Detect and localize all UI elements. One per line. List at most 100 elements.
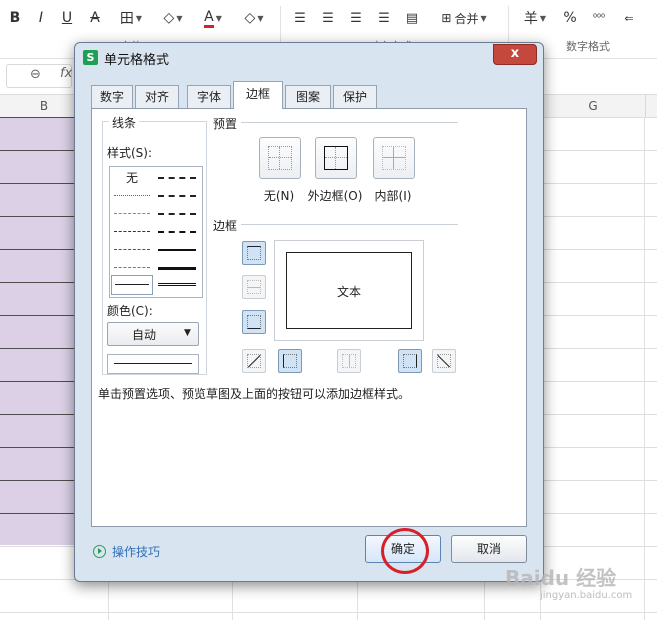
line-style-dash[interactable] (114, 267, 150, 268)
line-style-dash-dot[interactable] (114, 231, 150, 232)
tips-link-label: 操作技巧 (112, 545, 161, 559)
clear-format-button[interactable]: ◇ ▼ (238, 6, 270, 30)
hint-text: 单击预置选项、预览草图及上面的按钮可以添加边框样式。 (98, 387, 411, 401)
align-right-icon[interactable]: ☰ (346, 6, 366, 30)
preset-outline-button[interactable] (315, 137, 357, 179)
line-style-double[interactable] (158, 283, 196, 286)
preview-text: 文本 (336, 285, 361, 299)
border-inner-vertical-icon (342, 354, 356, 368)
line-style-none[interactable]: 无 (126, 169, 138, 186)
line-groupbox: 线条 样式(S): 无 颜色(C): 自动 ▼ (102, 114, 207, 375)
tab-border[interactable]: 边框 (233, 81, 283, 109)
preset-none-button[interactable] (259, 137, 301, 179)
border-none-icon (268, 146, 292, 170)
border-left-button[interactable] (278, 349, 302, 373)
percent-button[interactable]: % (560, 6, 580, 30)
chevron-down-icon: ▼ (480, 13, 487, 23)
distributed-align-icon[interactable]: ▤ (402, 6, 422, 30)
currency-button[interactable]: 羊 ▼ (520, 6, 550, 30)
thousands-separator-icon[interactable]: ⁰⁰⁰ (588, 6, 610, 30)
color-label: 颜色(C): (107, 304, 153, 318)
tab-alignment[interactable]: 对齐 (135, 85, 179, 108)
chevron-down-icon: ▼ (176, 13, 183, 23)
align-center-icon[interactable]: ☰ (318, 6, 338, 30)
merge-icon: ⊞ (441, 11, 452, 25)
border-bottom-icon (247, 315, 261, 329)
border-diagonal-up-button[interactable] (242, 349, 266, 373)
chevron-down-icon: ▼ (539, 13, 547, 23)
baidu-watermark-url: jingyan.baidu.com (540, 590, 633, 601)
tab-font[interactable]: 字体 (187, 85, 231, 108)
cancel-button[interactable]: 取消 (451, 535, 527, 563)
tab-protection[interactable]: 保护 (333, 85, 377, 108)
line-style-medium-dash-dot[interactable] (158, 213, 196, 215)
line-style-medium-dash-dot-dot[interactable] (158, 177, 196, 179)
line-style-medium-dash[interactable] (158, 231, 196, 233)
line-style-thick[interactable] (158, 267, 196, 270)
presets-section-label: 预置 (213, 115, 242, 132)
divider (232, 224, 458, 225)
tab-pattern[interactable]: 图案 (285, 85, 331, 108)
highlighted-cell-range[interactable] (0, 117, 76, 545)
line-color-value: 自动 (132, 328, 157, 342)
close-button[interactable]: x (493, 44, 537, 65)
format-cells-dialog: S 单元格格式 x 数字 对齐 字体 边框 图案 保护 线条 样式(S): 无 (74, 42, 544, 582)
chevron-down-icon: ▼ (184, 328, 191, 338)
border-inner-horizontal-icon (247, 280, 261, 294)
style-label: 样式(S): (107, 146, 153, 160)
close-icon: x (510, 46, 520, 61)
line-style-list[interactable]: 无 (109, 166, 203, 298)
border-top-icon (247, 246, 261, 260)
dialog-title: 单元格格式 (104, 53, 170, 68)
wps-app-icon: S (83, 50, 98, 65)
tips-link[interactable]: 操作技巧 (93, 543, 160, 560)
line-style-thin (115, 284, 149, 285)
line-style-medium[interactable] (158, 249, 196, 251)
function-icon[interactable]: fx (60, 66, 72, 81)
border-preview[interactable]: 文本 (274, 240, 424, 341)
border-right-button[interactable] (398, 349, 422, 373)
italic-button[interactable]: I (32, 6, 50, 30)
border-right-icon (403, 354, 417, 368)
line-color-preview (107, 354, 199, 374)
font-color-button[interactable]: A ▼ (196, 6, 230, 30)
border-top-button[interactable] (242, 241, 266, 265)
line-style-dash-dot-dot[interactable] (114, 249, 150, 250)
fill-color-button[interactable]: ◇ ▼ (156, 6, 190, 30)
highlight-circle (381, 528, 429, 574)
chevron-down-icon: ▼ (257, 13, 264, 23)
border-outline-icon (324, 146, 348, 170)
border-inner-horizontal-button[interactable] (242, 275, 266, 299)
line-style-dotted[interactable] (114, 195, 150, 196)
zoom-icon[interactable]: ⊖ (30, 67, 41, 82)
border-tab-panel: 线条 样式(S): 无 颜色(C): 自动 ▼ 预置 无(N) 外边框(O) 内… (91, 108, 527, 527)
line-style-fine-dash[interactable] (114, 213, 150, 214)
dialog-titlebar[interactable]: S 单元格格式 x (75, 43, 543, 73)
divider (232, 122, 458, 123)
preset-inside-label: 内部(I) (374, 189, 412, 203)
line-style-selected[interactable] (111, 275, 153, 295)
line-style-slant-dash[interactable] (158, 195, 196, 197)
justify-icon[interactable]: ☰ (374, 6, 394, 30)
underline-button[interactable]: U (58, 6, 76, 30)
border-bottom-button[interactable] (242, 310, 266, 334)
border-inner-vertical-button[interactable] (337, 349, 361, 373)
cell-border-button[interactable]: 田 ▼ (114, 6, 148, 30)
bold-button[interactable]: B (6, 6, 24, 30)
border-diagonal-down-button[interactable] (432, 349, 456, 373)
border-section-label: 边框 (213, 217, 242, 234)
line-preview-sample (114, 363, 192, 364)
decimal-icon[interactable]: ⇐ (618, 6, 640, 30)
preview-cell[interactable]: 文本 (286, 252, 412, 329)
merge-button[interactable]: ⊞ 合并 ▼ (434, 6, 494, 30)
gridline (644, 117, 645, 620)
column-header-g[interactable]: G (540, 95, 646, 117)
align-left-icon[interactable]: ☰ (290, 6, 310, 30)
number-group-label: 数字格式 (566, 40, 610, 53)
strikethrough-button[interactable]: A (86, 6, 104, 30)
line-color-dropdown[interactable]: 自动 ▼ (107, 322, 199, 346)
chevron-down-icon: ▼ (215, 13, 222, 23)
preset-inside-button[interactable] (373, 137, 415, 179)
tab-number[interactable]: 数字 (91, 85, 133, 108)
diagonal-down-icon (437, 354, 451, 368)
